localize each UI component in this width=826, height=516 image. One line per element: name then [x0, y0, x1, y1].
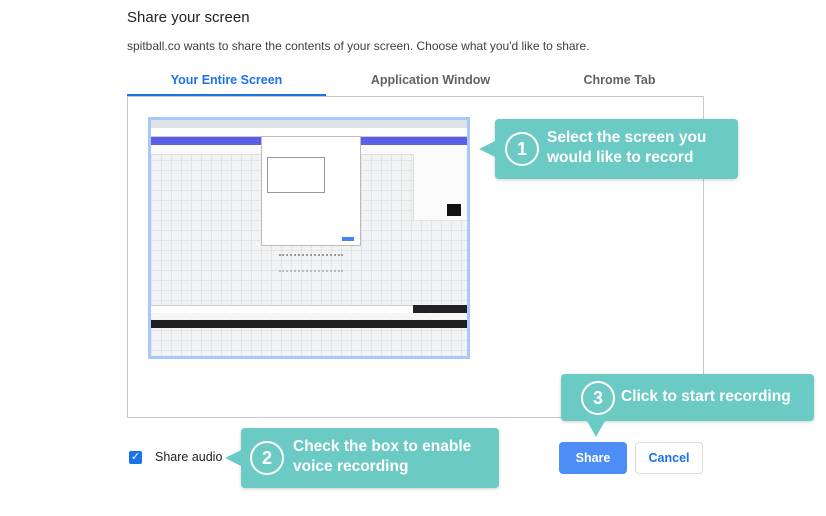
callout-number: 2: [250, 441, 284, 475]
share-audio-checkbox[interactable]: ✓: [129, 451, 142, 464]
callout-number: 1: [505, 132, 539, 166]
callout-select-screen: 1 Select the screen you would like to re…: [479, 119, 738, 179]
thumbnail-video: [447, 204, 461, 216]
share-audio-label[interactable]: Share audio: [155, 450, 222, 464]
dialog-subtitle: spitball.co wants to share the contents …: [127, 39, 590, 53]
checkmark-icon: ✓: [130, 451, 141, 463]
thumbnail-recording-bar: [413, 305, 467, 313]
thumbnail-dialog-button: [342, 237, 354, 241]
callout-text: Check the box to enable voice recording: [293, 438, 472, 475]
screen-thumbnail[interactable]: [148, 117, 470, 359]
tab-entire-screen[interactable]: Your Entire Screen: [127, 68, 326, 96]
tab-application-window[interactable]: Application Window: [331, 68, 530, 96]
cancel-button[interactable]: Cancel: [635, 442, 703, 474]
callout-text: Click to start recording: [621, 388, 791, 405]
thumbnail-center-text: [279, 254, 343, 272]
callout-start-recording: 3 Click to start recording: [561, 374, 814, 437]
callout-text: Select the screen you would like to reco…: [547, 129, 707, 166]
thumbnail-dialog: [261, 136, 361, 246]
tab-chrome-tab[interactable]: Chrome Tab: [520, 68, 719, 96]
thumbnail-taskbar: [151, 320, 467, 328]
callout-enable-audio: 2 Check the box to enable voice recordin…: [225, 428, 499, 488]
callout-number: 3: [581, 381, 615, 415]
source-tabs: Your Entire Screen Application Window Ch…: [127, 68, 703, 96]
thumbnail-tabstrip: [151, 120, 467, 128]
share-button[interactable]: Share: [559, 442, 627, 474]
thumbnail-dialog-preview: [267, 157, 325, 193]
dialog-title: Share your screen: [127, 9, 250, 26]
thumbnail-statusbar: [151, 313, 467, 319]
